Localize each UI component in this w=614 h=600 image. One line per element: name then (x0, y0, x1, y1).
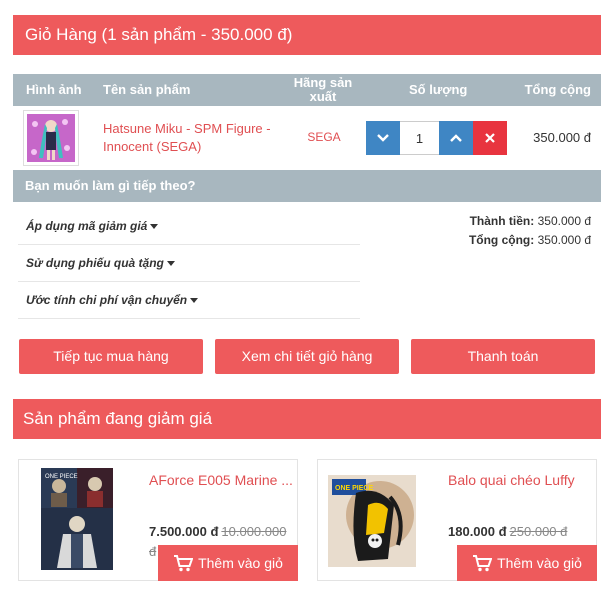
column-brand: Hãng sản xuất (293, 75, 353, 104)
close-icon (485, 133, 495, 143)
add-to-cart-button[interactable]: Thêm vào giỏ (158, 545, 298, 581)
total-value: 350.000 đ (537, 233, 591, 247)
sale-header: Sản phẩm đang giảm giá (13, 399, 601, 439)
caret-down-icon (150, 223, 159, 229)
voucher-label: Sử dụng phiếu quà tặng (26, 256, 164, 270)
checkout-button[interactable]: Thanh toán (411, 339, 595, 374)
add-to-cart-label: Thêm vào giỏ (198, 555, 283, 571)
cart-row: Hatsune Miku - SPM Figure - Innocent (SE… (13, 106, 601, 170)
cart-icon (473, 554, 493, 571)
caret-down-icon (190, 297, 199, 303)
shipping-label: Ước tính chi phí vận chuyển (26, 293, 188, 307)
coupon-toggle[interactable]: Áp dụng mã giảm giá (18, 208, 360, 245)
caret-down-icon (166, 260, 175, 266)
svg-text:ONE PIECE: ONE PIECE (45, 474, 78, 480)
column-total: Tổng cộng (524, 82, 591, 97)
view-cart-button[interactable]: Xem chi tiết giỏ hàng (215, 339, 399, 374)
cart-header: Giỏ Hàng (1 sản phẩm - 350.000 đ) (13, 15, 601, 55)
subtotal-value: 350.000 đ (537, 214, 591, 228)
cart-summary: Thành tiền: 350.000 đ Tổng cộng: 350.000… (469, 212, 591, 250)
column-image: Hình ảnh (26, 82, 82, 97)
cart-table-header: Hình ảnh Tên sản phẩm Hãng sản xuất Số l… (13, 74, 601, 106)
product-image[interactable]: ONE PIECE (41, 468, 113, 570)
sale-product-card: ONE PIECE AForce E005 Marine ... 7.500.0… (18, 459, 298, 581)
quantity-input[interactable] (400, 121, 439, 155)
product-image[interactable]: ONE PIECE (328, 475, 416, 567)
cart-icon (174, 554, 194, 571)
product-name-link[interactable]: Hatsune Miku - SPM Figure - Innocent (SE… (103, 120, 283, 156)
product-image (27, 114, 75, 162)
row-total: 350.000 đ (533, 130, 591, 145)
next-steps-title: Bạn muốn làm gì tiếp theo? (13, 170, 601, 202)
chevron-up-icon (450, 134, 462, 142)
column-name: Tên sản phẩm (103, 82, 191, 97)
column-quantity: Số lượng (409, 82, 468, 97)
product-brand-link[interactable]: SEGA (296, 130, 352, 144)
shipping-estimate-toggle[interactable]: Ước tính chi phí vận chuyển (18, 282, 360, 319)
product-thumbnail[interactable] (23, 110, 79, 166)
quantity-increase-button[interactable] (439, 121, 473, 155)
product-price: 180.000 đ (448, 524, 507, 539)
sale-product-card: ONE PIECE Balo quai chéo Luffy 180.000 đ… (317, 459, 597, 581)
product-price: 7.500.000 đ (149, 524, 219, 539)
voucher-toggle[interactable]: Sử dụng phiếu quà tặng (18, 245, 360, 282)
total-label: Tổng cộng: (468, 233, 535, 247)
subtotal-label: Thành tiền: (469, 214, 535, 228)
add-to-cart-button[interactable]: Thêm vào giỏ (457, 545, 597, 581)
add-to-cart-label: Thêm vào giỏ (497, 555, 582, 571)
continue-shopping-button[interactable]: Tiếp tục mua hàng (19, 339, 203, 374)
product-prices: 180.000 đ 250.000 đ (448, 522, 596, 542)
cart-options: Áp dụng mã giảm giá Sử dụng phiếu quà tặ… (18, 208, 360, 319)
quantity-stepper (366, 121, 507, 155)
chevron-down-icon (377, 134, 389, 142)
quantity-decrease-button[interactable] (366, 121, 400, 155)
coupon-label: Áp dụng mã giảm giá (26, 219, 148, 233)
sale-product-title-link[interactable]: AForce E005 Marine ... (149, 472, 294, 488)
sale-product-title-link[interactable]: Balo quai chéo Luffy (448, 472, 593, 488)
remove-item-button[interactable] (473, 121, 507, 155)
product-old-price: 250.000 đ (509, 524, 568, 539)
